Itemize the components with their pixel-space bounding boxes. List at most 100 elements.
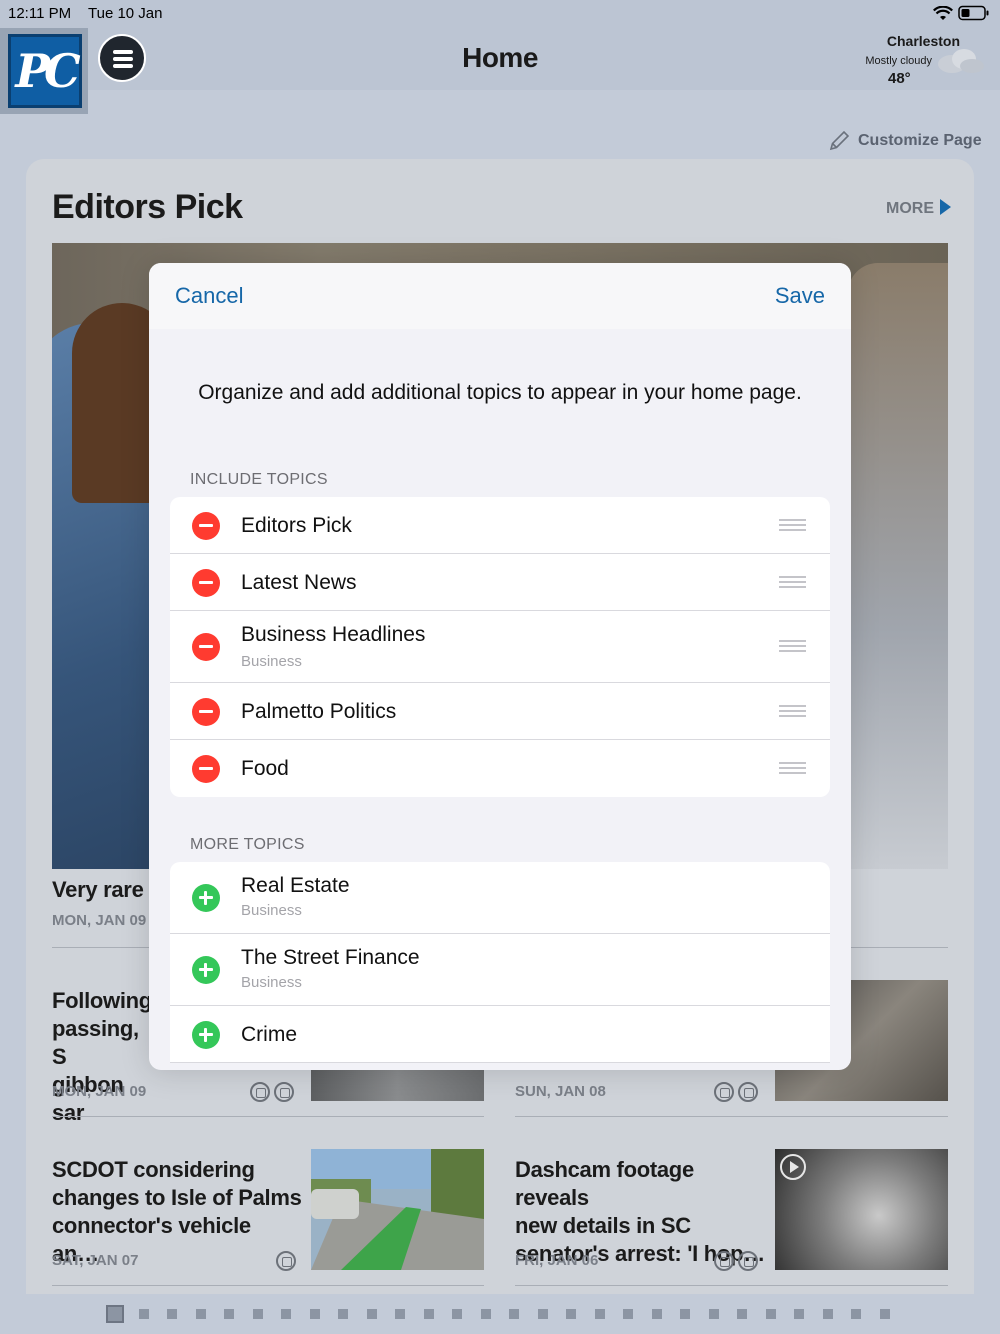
page-dot[interactable] — [423, 1309, 434, 1319]
topic-name: Crime — [241, 1023, 297, 1046]
divider — [52, 1285, 484, 1286]
story-date: MON, JAN 09 — [52, 912, 147, 929]
story-thumbnail[interactable] — [775, 1149, 948, 1270]
page-dot[interactable] — [594, 1309, 605, 1319]
weather-temp: 48° — [888, 70, 911, 87]
page-dot[interactable] — [851, 1309, 861, 1319]
page-dot[interactable] — [765, 1309, 776, 1319]
list-item[interactable]: Real Estate Business — [170, 862, 830, 934]
remove-icon[interactable] — [192, 633, 220, 661]
modal-toolbar: Cancel Save — [149, 263, 851, 329]
page-dot[interactable] — [509, 1309, 519, 1319]
page-dot[interactable] — [822, 1309, 833, 1319]
story-title-line: Following — [52, 988, 152, 1013]
list-item[interactable]: Food — [170, 740, 830, 797]
status-bar: 12:11 PM Tue 10 Jan — [0, 0, 1000, 28]
story-thumbnail[interactable] — [311, 1070, 484, 1101]
gallery-icon — [276, 1251, 296, 1271]
play-arrow-icon — [940, 199, 951, 215]
list-item[interactable]: Crime — [170, 1006, 830, 1063]
page-dot[interactable] — [452, 1309, 462, 1319]
topic-name: The Street Finance — [241, 946, 420, 969]
drag-handle-icon[interactable] — [779, 576, 806, 589]
customize-page-label: Customize Page — [858, 132, 982, 149]
remove-icon[interactable] — [192, 698, 220, 726]
gallery-icon — [738, 1251, 758, 1271]
page-dot[interactable] — [680, 1309, 690, 1319]
topic-name: Editors Pick — [241, 514, 352, 537]
page-title: Home — [462, 42, 538, 73]
divider — [52, 1116, 484, 1117]
video-icon — [250, 1082, 270, 1102]
remove-icon[interactable] — [192, 569, 220, 597]
page-dot[interactable] — [309, 1309, 320, 1319]
drag-handle-icon[interactable] — [779, 640, 806, 653]
story-date: SAT, JAN 07 — [52, 1252, 139, 1269]
media-icons — [246, 1082, 294, 1102]
topic-category: Business — [241, 902, 302, 919]
page-dot[interactable] — [395, 1309, 405, 1319]
story-date: MON, JAN 09 — [52, 1083, 147, 1100]
list-item[interactable]: Palmetto Politics — [170, 683, 830, 740]
topic-category: Business — [241, 974, 302, 991]
page-dot[interactable] — [623, 1309, 633, 1319]
page-dot[interactable] — [537, 1309, 548, 1319]
page-dot[interactable] — [566, 1309, 576, 1319]
include-topics-header: INCLUDE TOPICS — [190, 471, 328, 488]
remove-icon[interactable] — [192, 755, 220, 783]
add-icon[interactable] — [192, 1021, 220, 1049]
list-item[interactable]: Business Headlines Business — [170, 611, 830, 683]
story-date: SUN, JAN 08 — [515, 1083, 606, 1100]
status-time: 12:11 PM — [8, 5, 72, 22]
include-topics-list: Editors Pick Latest News Business Headli… — [170, 497, 830, 797]
cloud-icon — [938, 49, 984, 73]
gallery-icon — [738, 1082, 758, 1102]
page-dot[interactable] — [281, 1309, 291, 1319]
remove-icon[interactable] — [192, 512, 220, 540]
add-icon[interactable] — [192, 884, 220, 912]
page-dot[interactable] — [651, 1309, 662, 1319]
divider — [515, 1116, 948, 1117]
status-date: Tue 10 Jan — [88, 5, 163, 22]
page-dot[interactable] — [195, 1309, 206, 1319]
list-item[interactable]: The Street Finance Business — [170, 934, 830, 1006]
save-button[interactable]: Save — [775, 283, 825, 309]
more-link[interactable]: MORE — [886, 199, 951, 218]
customize-topics-modal: Cancel Save Organize and add additional … — [149, 263, 851, 1070]
drag-handle-icon[interactable] — [779, 762, 806, 775]
page-dot[interactable] — [708, 1309, 719, 1319]
drag-handle-icon[interactable] — [779, 705, 806, 718]
story-title[interactable]: Very rare i — [52, 876, 155, 904]
page-dot[interactable] — [338, 1309, 348, 1319]
topic-name: Real Estate — [241, 874, 350, 897]
page-dot[interactable] — [737, 1309, 747, 1319]
page-dot[interactable] — [167, 1309, 177, 1319]
story-title-line: changes to Isle of Palms — [52, 1185, 302, 1210]
page-dot[interactable] — [224, 1309, 234, 1319]
topic-name: Food — [241, 757, 289, 780]
page-dot[interactable] — [252, 1309, 263, 1319]
list-item[interactable]: Editors Pick — [170, 497, 830, 554]
topic-name: Business Headlines — [241, 623, 426, 646]
story-title-line: SCDOT considering — [52, 1157, 255, 1182]
weather-condition: Mostly cloudy — [865, 55, 932, 67]
add-icon[interactable] — [192, 956, 220, 984]
modal-description: Organize and add additional topics to ap… — [198, 381, 802, 404]
story-title-line: new details in SC — [515, 1213, 691, 1238]
page-dot[interactable] — [106, 1305, 124, 1323]
story-title-line: passing, S — [52, 1016, 139, 1069]
page-dot[interactable] — [879, 1309, 890, 1319]
page-dot[interactable] — [138, 1309, 149, 1319]
section-title: Editors Pick — [52, 188, 243, 226]
weather-widget[interactable]: Charleston Mostly cloudy 48° — [860, 32, 996, 88]
story-title[interactable]: Following passing, S gibbon sar — [52, 987, 152, 1127]
wifi-icon — [933, 6, 953, 20]
list-item[interactable]: Latest News — [170, 554, 830, 611]
page-dot[interactable] — [480, 1309, 491, 1319]
drag-handle-icon[interactable] — [779, 519, 806, 532]
cancel-button[interactable]: Cancel — [175, 283, 243, 309]
page-dot[interactable] — [794, 1309, 804, 1319]
video-icon — [714, 1082, 734, 1102]
page-dot[interactable] — [366, 1309, 377, 1319]
story-thumbnail[interactable] — [311, 1149, 484, 1270]
